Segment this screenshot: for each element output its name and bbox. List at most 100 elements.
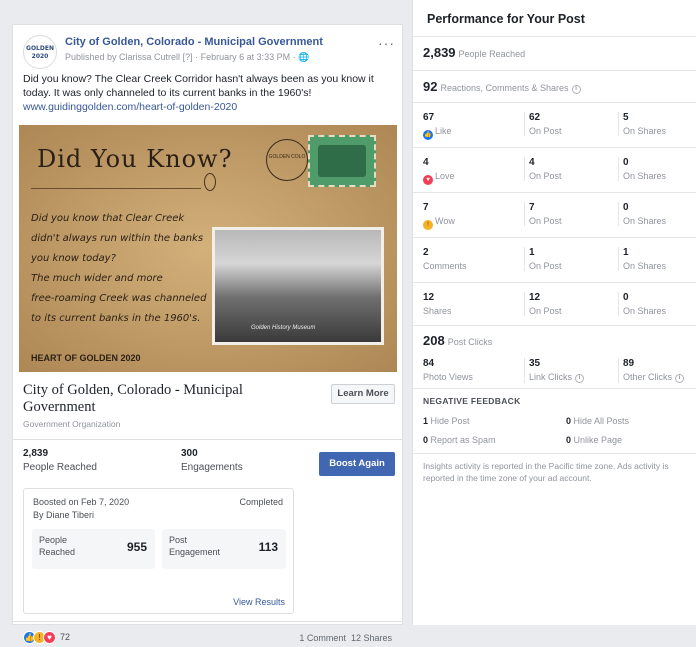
on-shares-label: On Shares — [623, 261, 667, 271]
reactions-caption: Reactions, Comments & Shares — [440, 83, 569, 93]
hide-post: 1 Hide Post — [423, 416, 470, 426]
publisher-link[interactable]: Published by Clarissa Cutrell — [65, 52, 180, 62]
metric-total-value: 12 — [423, 292, 435, 303]
link-clicks: 35 Link Clicks i — [524, 358, 585, 383]
preview-subtitle: Government Organization — [23, 419, 121, 429]
people-reached-value: 2,839 — [23, 448, 49, 459]
on-post-value: 12 — [529, 292, 541, 303]
metric-on-shares: 0 On Shares — [618, 292, 666, 316]
post-header: GOLDEN 2020 City of Golden, Colorado - M… — [23, 35, 395, 69]
metric-total-label: ♥ Love — [423, 171, 455, 185]
people-reached-stat: 2,839 People Reached — [23, 448, 97, 473]
stamp-picture — [318, 145, 366, 177]
metric-row-shares: 12 Shares 12 On Post 0 On Shares — [413, 292, 696, 336]
hide-all-posts: 0 Hide All Posts — [566, 416, 629, 426]
more-options-icon[interactable]: ··· — [378, 35, 395, 51]
view-results-link[interactable]: View Results — [233, 597, 285, 607]
love-label: Love — [435, 171, 455, 181]
link-preview: City of Golden, Colorado - Municipal Gov… — [23, 382, 395, 434]
people-reached-count: 2,839 — [423, 45, 456, 60]
boost-engagement-value: 113 — [258, 540, 278, 554]
on-shares-label: On Shares — [623, 126, 667, 136]
help-marker[interactable]: [?] — [183, 52, 193, 62]
post-image[interactable]: Did You Know? GOLDEN COLO Did you know t… — [19, 125, 397, 372]
shares-link[interactable]: 12 Shares — [351, 633, 392, 643]
comments-shares: 1 Comment 12 Shares — [299, 633, 392, 643]
screen: GOLDEN 2020 City of Golden, Colorado - M… — [0, 0, 696, 644]
boost-summary: Boosted on Feb 7, 2020 By Diane Tiberi C… — [23, 488, 294, 614]
postcard-footer: HEART OF GOLDEN 2020 — [31, 353, 141, 363]
info-icon[interactable]: i — [571, 85, 581, 94]
page-name-link[interactable]: City of Golden, Colorado - Municipal Gov… — [65, 36, 323, 48]
engagements-stat: 300 Engagements — [181, 448, 243, 473]
info-icon[interactable]: i — [675, 374, 685, 383]
reactions-count: 92 — [423, 79, 438, 94]
on-shares-label: On Shares — [623, 171, 667, 181]
boost-date: Boosted on Feb 7, 2020 — [33, 497, 130, 507]
wow-label: Wow — [435, 216, 455, 226]
timezone-note: Insights activity is reported in the Pac… — [423, 461, 669, 483]
metric-total-label: 👍 Like — [423, 126, 452, 140]
unlike-page-value: 0 — [566, 435, 572, 445]
boost-engagement-label: Post Engagement — [169, 535, 221, 557]
post-clicks-summary: 208 Post Clicks — [423, 333, 492, 348]
preview-title[interactable]: City of Golden, Colorado - Municipal Gov… — [23, 382, 293, 416]
post-meta: Published by Clarissa Cutrell [?] · Febr… — [65, 52, 310, 62]
boost-again-button[interactable]: Boost Again — [319, 452, 395, 476]
divider — [413, 36, 696, 37]
on-post-value: 1 — [529, 247, 535, 258]
negative-feedback-title: NEGATIVE FEEDBACK — [423, 396, 521, 406]
engagements-value: 300 — [181, 448, 198, 459]
wow-icon: ! — [423, 220, 433, 230]
metric-total: 67 👍 Like — [423, 112, 452, 140]
divider — [413, 192, 696, 193]
learn-more-button[interactable]: Learn More — [331, 384, 395, 404]
handwriting-line: free-roaming Creek was channeled — [31, 293, 207, 304]
on-post-value: 7 — [529, 202, 535, 213]
on-post-label: On Post — [529, 261, 562, 271]
metric-on-shares: 0 On Shares — [618, 202, 666, 226]
link-clicks-label: Link Clicks i — [529, 372, 585, 383]
page-logo[interactable]: GOLDEN 2020 — [23, 35, 57, 69]
metric-total-label: ! Wow — [423, 216, 455, 230]
hide-post-value: 1 — [423, 416, 429, 426]
metric-total: 4 ♥ Love — [423, 157, 455, 185]
boost-status: Completed — [239, 497, 283, 507]
post-link[interactable]: www.guidinggolden.com/heart-of-golden-20… — [23, 100, 395, 114]
metric-total: 12 Shares — [423, 292, 452, 316]
people-reached-summary: 2,839 People Reached — [423, 45, 525, 60]
info-icon[interactable]: i — [575, 374, 585, 383]
metric-total-value: 67 — [423, 112, 435, 123]
photo-views-label: Photo Views — [423, 372, 473, 382]
metric-on-shares: 5 On Shares — [618, 112, 666, 136]
other-clicks-label: Other Clicks i — [623, 372, 685, 383]
postcard-ornament — [204, 173, 216, 191]
on-shares-label: On Shares — [623, 216, 667, 226]
photo-caption: Golden History Museum — [251, 325, 316, 331]
postcard-divider — [31, 188, 201, 189]
metric-total-label: Comments — [423, 261, 467, 271]
divider — [413, 453, 696, 454]
other-clicks-value: 89 — [623, 358, 635, 369]
post-date-link[interactable]: February 6 at 3:33 PM — [201, 52, 291, 62]
on-shares-value: 0 — [623, 157, 629, 168]
on-shares-value: 0 — [623, 292, 629, 303]
postcard-title: Did You Know? — [37, 145, 233, 173]
other-clicks: 89 Other Clicks i — [618, 358, 685, 383]
link-clicks-value: 35 — [529, 358, 541, 369]
metric-on-post: 7 On Post — [524, 202, 562, 226]
boost-post-engagement: Post Engagement 113 — [162, 529, 286, 569]
metric-row-like: 67 👍 Like 62 On Post 5 On Shares — [413, 112, 696, 156]
reactions-summary: 92 Reactions, Comments & Shares i — [423, 79, 581, 94]
on-shares-value: 1 — [623, 247, 629, 258]
photo-views: 84 Photo Views — [423, 358, 473, 382]
comments-link[interactable]: 1 Comment — [299, 633, 346, 643]
love-reaction-icon: ♥ — [43, 631, 56, 644]
handwriting-line: you know today? — [31, 253, 116, 264]
reaction-count: 72 — [60, 632, 71, 642]
boost-people-value: 955 — [126, 540, 147, 554]
on-post-label: On Post — [529, 306, 562, 316]
on-post-value: 4 — [529, 157, 535, 168]
love-icon: ♥ — [423, 175, 433, 185]
handwriting-line: didn't always run within the banks — [31, 233, 204, 244]
